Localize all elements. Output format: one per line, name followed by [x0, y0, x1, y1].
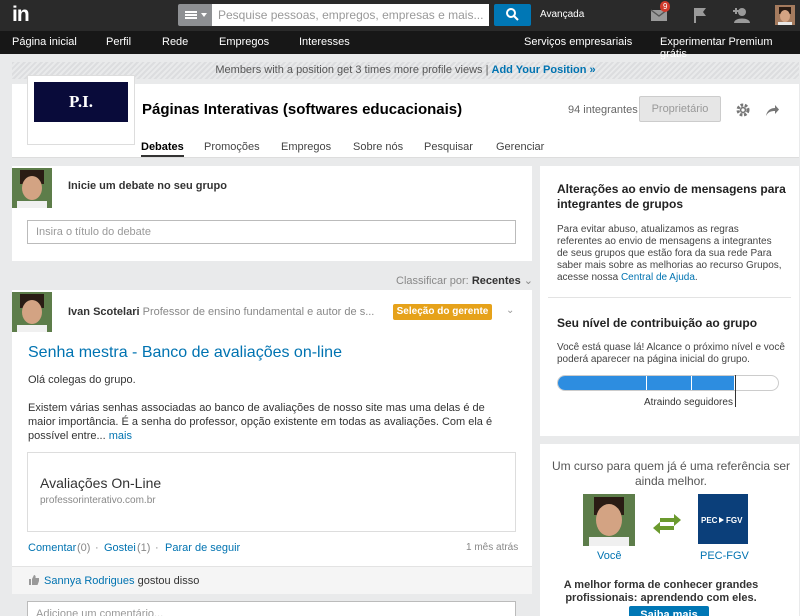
post-author-line: Ivan Scotelari Professor de ensino funda…	[68, 306, 374, 318]
user-avatar	[12, 168, 52, 208]
pec-fgv-logo: PEC FGV	[698, 494, 748, 544]
author-avatar[interactable]	[12, 292, 52, 332]
menu-icon	[185, 11, 197, 13]
ad-user-avatar	[583, 494, 635, 546]
progress-tick	[691, 376, 692, 390]
flag-icon[interactable]	[691, 5, 709, 25]
caret-down-icon	[201, 13, 207, 17]
author-headline: Professor de ensino fundamental e autor …	[142, 306, 375, 318]
sort-label: Classificar por:	[396, 275, 469, 287]
search-icon	[506, 8, 519, 21]
tab-jobs[interactable]: Empregos	[281, 141, 331, 153]
nav-profile[interactable]: Perfil	[106, 36, 131, 48]
likes-text: Sannya Rodrigues gostou disso	[44, 575, 199, 587]
add-position-link[interactable]: Add Your Position »	[492, 64, 596, 76]
like-button[interactable]: Gostei	[104, 542, 136, 554]
managers-choice-badge: Seleção do gerente	[393, 304, 492, 320]
exchange-arrows-icon	[653, 514, 681, 534]
tab-promotions[interactable]: Promoções	[204, 141, 260, 153]
top-bar: in Avançada 9	[0, 0, 800, 31]
owner-button[interactable]: Proprietário	[639, 96, 721, 122]
person-photo-icon	[775, 5, 795, 25]
likes-summary: Sannya Rodrigues gostou disso	[12, 566, 532, 594]
post-body-text: Existem várias senhas associadas ao banc…	[28, 402, 493, 442]
author-name[interactable]: Ivan Scotelari	[68, 306, 140, 318]
tab-about[interactable]: Sobre nós	[353, 141, 403, 153]
main-navigation: Página inicial Perfil Rede Empregos Inte…	[0, 31, 800, 60]
thumbs-up-icon	[29, 575, 39, 585]
person-photo-icon	[12, 292, 52, 332]
search-type-dropdown[interactable]	[178, 4, 212, 26]
add-connection-icon[interactable]	[731, 5, 753, 25]
profile-avatar[interactable]	[775, 5, 795, 25]
group-header: P.I. Páginas Interativas (softwares educ…	[12, 76, 799, 158]
unfollow-button[interactable]: Parar de seguir	[165, 542, 240, 554]
share-icon[interactable]	[764, 102, 780, 118]
gear-icon[interactable]	[735, 102, 751, 118]
advanced-search-link[interactable]: Avançada	[540, 9, 584, 20]
tab-search[interactable]: Pesquisar	[424, 141, 473, 153]
group-logo: P.I.	[28, 76, 134, 144]
link-title[interactable]: Avaliações On-Line	[40, 475, 161, 491]
post-time: 1 mês atrás	[466, 542, 519, 553]
read-more-link[interactable]: mais	[109, 430, 132, 442]
sort-value[interactable]: Recentes	[472, 275, 521, 287]
nav-premium[interactable]: Experimentar Premium grátis	[660, 36, 800, 60]
messaging-changes-text: Para evitar abuso, atualizamos as regras…	[557, 224, 782, 283]
nav-business-services[interactable]: Serviços empresariais	[524, 36, 632, 48]
tab-debates[interactable]: Debates	[141, 141, 184, 157]
nav-network[interactable]: Rede	[162, 36, 188, 48]
group-logo-text: P.I.	[34, 82, 128, 122]
contribution-progress-bar	[557, 375, 779, 391]
ad-learn-more-button[interactable]: Saiba mais	[629, 606, 709, 616]
post-options-chevron-icon[interactable]: ⌄	[506, 305, 514, 316]
promo-text: Members with a position get 3 times more…	[215, 64, 489, 76]
contribution-title: Seu nível de contribuição ao grupo	[557, 316, 758, 330]
ad-cta-text: A melhor forma de conhecer grandes profi…	[563, 579, 759, 604]
linkedin-logo[interactable]: in	[12, 3, 40, 27]
start-discussion-prompt: Inicie um debate no seu grupo	[68, 180, 227, 192]
sort-selector[interactable]: Classificar por: Recentes ⌄	[396, 274, 533, 287]
group-title[interactable]: Páginas Interativas (softwares educacion…	[142, 101, 462, 118]
search-input[interactable]	[212, 4, 489, 26]
search-button[interactable]	[494, 4, 531, 26]
shared-link-preview[interactable]: Avaliações On-Line professorinterativo.c…	[27, 452, 516, 532]
like-count: (1)	[137, 542, 151, 554]
post-greeting: Olá colegas do grupo.	[28, 374, 136, 386]
post-title[interactable]: Senha mestra - Banco de avaliações on-li…	[28, 344, 342, 362]
svg-text:FGV: FGV	[726, 516, 743, 525]
ad-you-label: Você	[597, 550, 622, 562]
comment-button[interactable]: Comentar	[28, 542, 76, 554]
nav-jobs[interactable]: Empregos	[219, 36, 269, 48]
progress-marker	[735, 375, 736, 407]
liked-label: gostou disso	[137, 575, 200, 587]
divider	[548, 297, 791, 298]
logo-text: in	[12, 3, 30, 26]
svg-text:PEC: PEC	[701, 516, 718, 525]
tab-manage[interactable]: Gerenciar	[496, 141, 544, 153]
ad-partner-label: PEC-FGV	[700, 550, 749, 562]
post-body: Existem várias senhas associadas ao banc…	[28, 401, 508, 443]
contribution-text: Você está quase lá! Alcance o próximo ní…	[557, 342, 785, 365]
help-center-link[interactable]: Central de Ajuda	[621, 272, 695, 283]
discussion-title-input[interactable]	[27, 220, 516, 244]
messaging-changes-title: Alterações ao envio de mensagens para in…	[557, 182, 786, 211]
link-url: professorinterativo.com.br	[40, 495, 156, 506]
ad-headline[interactable]: Um curso para quem já é uma referência s…	[551, 459, 791, 489]
liker-name[interactable]: Sannya Rodrigues	[44, 575, 135, 587]
comment-input[interactable]	[27, 601, 516, 616]
pec-fgv-logo-icon: PEC FGV	[698, 494, 748, 544]
nav-interests[interactable]: Interesses	[299, 36, 350, 48]
comment-count: (0)	[77, 542, 91, 554]
chevron-down-icon[interactable]: ⌄	[524, 275, 533, 287]
person-photo-icon	[12, 168, 52, 208]
progress-level-label: Atraindo seguidores	[644, 397, 733, 408]
nav-home[interactable]: Página inicial	[12, 36, 77, 48]
person-photo-icon	[583, 494, 635, 546]
progress-tick	[646, 376, 647, 390]
members-count[interactable]: 94 integrantes	[568, 104, 638, 116]
